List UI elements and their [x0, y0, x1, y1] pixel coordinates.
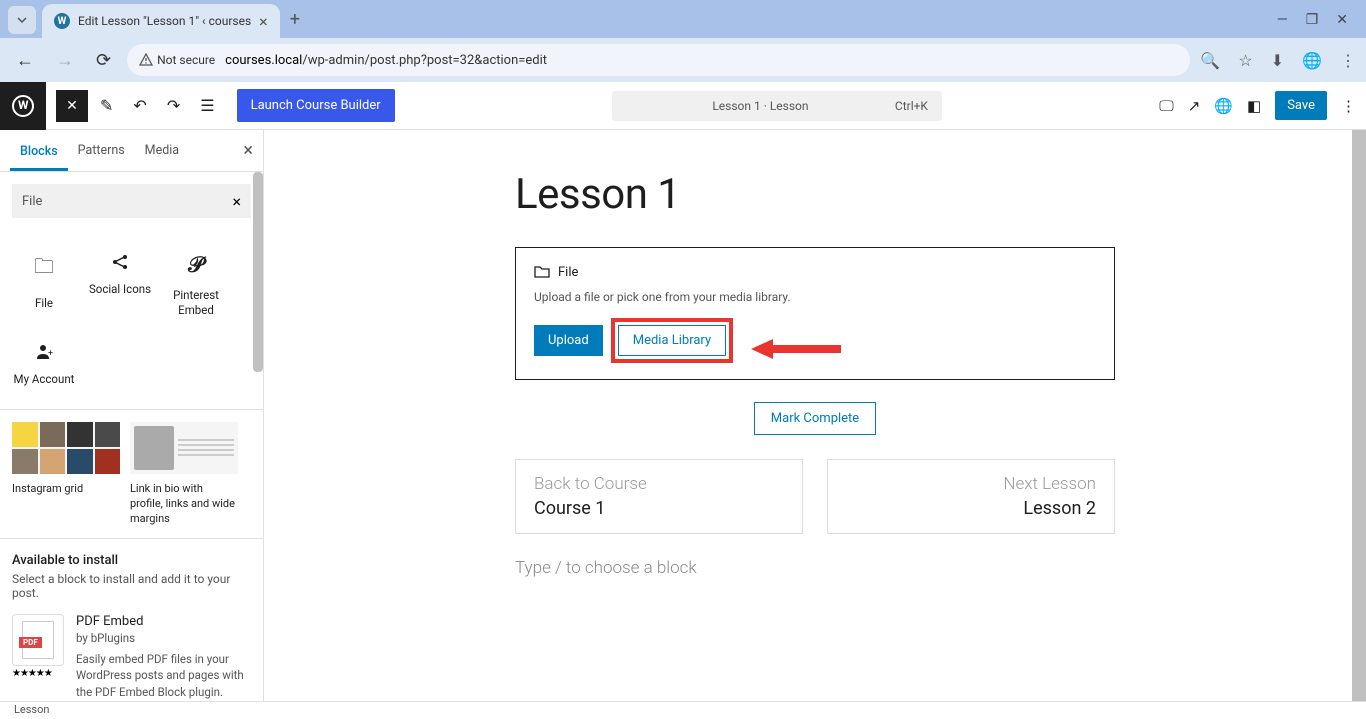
forward-button[interactable]: →	[50, 46, 80, 75]
browser-tab[interactable]: W Edit Lesson "Lesson 1" ‹ courses ×	[42, 4, 280, 38]
reload-button[interactable]: ⟳	[90, 46, 117, 75]
file-block-header: File	[534, 264, 1096, 280]
mark-complete-button[interactable]: Mark Complete	[754, 402, 876, 435]
sidebar-toggle-icon[interactable]: ◧	[1247, 97, 1261, 115]
close-panel-icon[interactable]: ×	[243, 140, 253, 161]
file-block-desc: Upload a file or pick one from your medi…	[534, 290, 1096, 304]
file-block[interactable]: File Upload a file or pick one from your…	[515, 247, 1115, 380]
document-overview-icon[interactable]: ☰	[192, 88, 222, 123]
media-library-button[interactable]: Media Library	[618, 325, 726, 356]
tab-search-button[interactable]	[8, 6, 36, 34]
wordpress-logo[interactable]	[0, 82, 46, 130]
undo-icon[interactable]: ↶	[125, 88, 154, 123]
minimize-icon[interactable]: —	[1277, 12, 1288, 28]
browser-toolbar: ← → ⟳ Not secure courses.local/wp-admin/…	[0, 38, 1366, 82]
annotation-highlight: Media Library	[611, 318, 733, 363]
status-bar: Lesson	[0, 701, 1366, 719]
patterns-list: Instagram grid Link in bio with profile,…	[0, 409, 263, 539]
extension-icon[interactable]: 🌐	[1302, 51, 1322, 70]
wordpress-favicon: W	[54, 13, 70, 29]
pattern-link-in-bio[interactable]: Link in bio with profile, links and wide…	[130, 422, 238, 527]
redo-icon[interactable]: ↷	[159, 88, 188, 123]
plugin-pdf-embed[interactable]: PDF ★★★★★ PDF Embed by bPlugins Easily e…	[12, 614, 251, 699]
block-file[interactable]: 🗀 File	[6, 240, 82, 330]
bookmark-icon[interactable]: ☆	[1238, 51, 1252, 70]
page-title[interactable]: Lesson 1	[515, 170, 1115, 219]
options-icon[interactable]: ⋮	[1341, 97, 1356, 115]
downloads-icon[interactable]: ⬇	[1271, 51, 1284, 70]
canvas-scrollbar[interactable]	[1352, 130, 1366, 701]
wordpress-editor: ✕ ✎ ↶ ↷ ☰ Launch Course Builder Lesson 1…	[0, 82, 1366, 719]
url-text: courses.local/wp-admin/post.php?post=32&…	[225, 53, 547, 68]
nav-next-card[interactable]: Next Lesson Lesson 2	[827, 459, 1115, 534]
upload-button[interactable]: Upload	[534, 325, 603, 356]
back-button[interactable]: ←	[10, 46, 40, 75]
inserter-tabs: Blocks Patterns Media ×	[0, 130, 263, 172]
address-bar[interactable]: Not secure courses.local/wp-admin/post.p…	[127, 44, 1190, 76]
search-input[interactable]: File ×	[12, 184, 251, 218]
zoom-icon[interactable]: 🔍	[1200, 51, 1220, 70]
block-pinterest-embed[interactable]: 𝒫 Pinterest Embed	[158, 240, 234, 330]
menu-icon[interactable]: ⋮	[1340, 51, 1356, 70]
star-rating: ★★★★★	[12, 668, 64, 679]
lesson-navigation: Back to Course Course 1 Next Lesson Less…	[515, 459, 1115, 534]
close-inserter-button[interactable]: ✕	[56, 90, 88, 122]
maximize-icon[interactable]: ❐	[1306, 12, 1319, 28]
tab-patterns[interactable]: Patterns	[68, 131, 135, 170]
blocks-grid: 🗀 File Social Icons 𝒫 Pinterest Embed	[0, 230, 263, 409]
account-icon: +	[34, 342, 54, 362]
external-link-icon[interactable]: ↗	[1188, 97, 1201, 115]
editor-canvas[interactable]: Lesson 1 File Upload a file or pick one …	[264, 130, 1366, 701]
folder-icon: 🗀	[34, 252, 54, 286]
tab-title: Edit Lesson "Lesson 1" ‹ courses	[78, 14, 251, 28]
new-tab-button[interactable]: +	[290, 9, 300, 30]
svg-text:+: +	[48, 349, 53, 359]
pinterest-icon: 𝒫	[188, 252, 204, 278]
launch-course-builder-button[interactable]: Launch Course Builder	[237, 89, 395, 122]
block-my-account[interactable]: + My Account	[6, 330, 82, 399]
block-inserter-panel: Blocks Patterns Media × File × 🗀 File	[0, 130, 264, 701]
available-to-install: Available to install Select a block to i…	[0, 538, 263, 701]
save-button[interactable]: Save	[1275, 91, 1327, 120]
pdf-icon: PDF	[12, 614, 64, 666]
available-desc: Select a block to install and add it to …	[12, 572, 251, 600]
globe-icon[interactable]: 🌐	[1214, 97, 1233, 115]
security-badge[interactable]: Not secure	[139, 53, 215, 67]
sidebar-scrollbar[interactable]	[253, 172, 263, 372]
block-social-icons[interactable]: Social Icons	[82, 240, 158, 330]
share-icon	[110, 252, 130, 272]
browser-tab-strip: W Edit Lesson "Lesson 1" ‹ courses × + —…	[0, 0, 1366, 38]
close-tab-icon[interactable]: ×	[259, 12, 268, 31]
editor-toolbar: ✕ ✎ ↶ ↷ ☰ Launch Course Builder Lesson 1…	[0, 82, 1366, 130]
tab-blocks[interactable]: Blocks	[10, 132, 68, 171]
folder-icon	[534, 264, 550, 280]
close-window-icon[interactable]: ✕	[1336, 12, 1348, 28]
pattern-instagram-grid[interactable]: Instagram grid	[12, 422, 120, 527]
nav-prev-card[interactable]: Back to Course Course 1	[515, 459, 803, 534]
available-title: Available to install	[12, 553, 251, 568]
edit-icon[interactable]: ✎	[92, 88, 121, 123]
tab-media[interactable]: Media	[135, 131, 189, 170]
document-title-bar[interactable]: Lesson 1 · Lesson Ctrl+K	[612, 91, 942, 121]
warning-icon	[139, 53, 153, 67]
clear-search-icon[interactable]: ×	[232, 192, 241, 211]
view-icon[interactable]: 🖵	[1159, 97, 1173, 115]
block-placeholder[interactable]: Type / to choose a block	[515, 558, 1115, 578]
window-controls: — ❐ ✕	[1277, 12, 1366, 28]
